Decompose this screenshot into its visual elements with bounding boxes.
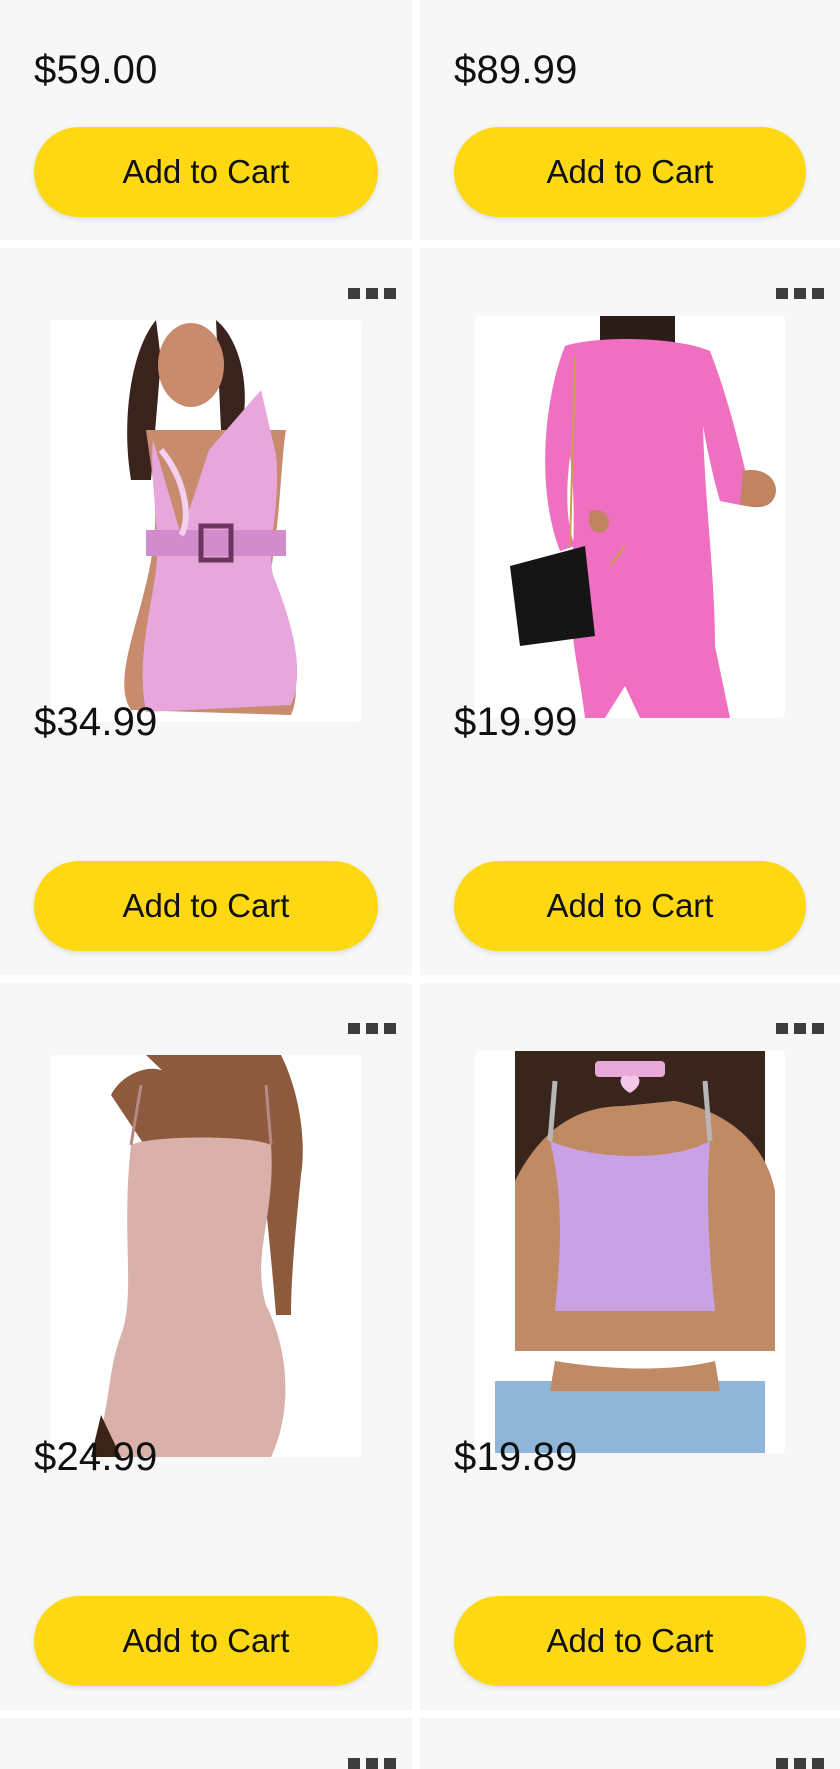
more-options-icon[interactable]: [776, 1756, 826, 1769]
hot-pink-fuzzy-long-sleeve-dress-image: [475, 316, 785, 718]
product-image[interactable]: [51, 1055, 361, 1457]
more-options-icon[interactable]: [776, 1021, 826, 1035]
more-options-icon[interactable]: [348, 286, 398, 300]
product-card[interactable]: $34.99 Add to Cart: [0, 248, 412, 975]
product-image[interactable]: [475, 316, 785, 718]
add-to-cart-button[interactable]: Add to Cart: [34, 127, 378, 217]
product-card[interactable]: $19.89 Add to Cart: [420, 983, 840, 1710]
product-price: $19.89: [454, 1435, 578, 1479]
product-price: $89.99: [454, 48, 578, 92]
add-to-cart-button[interactable]: Add to Cart: [454, 127, 806, 217]
product-card[interactable]: $19.99 Add to Cart: [420, 248, 840, 975]
product-grid: $59.00 Add to Cart $89.99 Add to Cart $3…: [0, 0, 840, 1769]
pink-vinyl-belted-mini-dress-image: [51, 320, 361, 722]
product-card[interactable]: $24.99 Add to Cart: [0, 983, 412, 1710]
add-to-cart-button[interactable]: Add to Cart: [34, 1596, 378, 1686]
product-card[interactable]: [420, 1718, 840, 1769]
more-options-icon[interactable]: [348, 1756, 398, 1769]
lavender-fuzzy-chain-crop-top-image: [475, 1051, 785, 1453]
product-price: $19.99: [454, 700, 578, 744]
more-options-icon[interactable]: [348, 1021, 398, 1035]
add-to-cart-button[interactable]: Add to Cart: [454, 861, 806, 951]
product-price: $59.00: [34, 48, 158, 92]
add-to-cart-button[interactable]: Add to Cart: [34, 861, 378, 951]
product-price: $24.99: [34, 1435, 158, 1479]
product-card[interactable]: $89.99 Add to Cart: [420, 0, 840, 240]
more-options-icon[interactable]: [776, 286, 826, 300]
product-image[interactable]: [51, 320, 361, 722]
product-image[interactable]: [475, 1051, 785, 1453]
add-to-cart-button[interactable]: Add to Cart: [454, 1596, 806, 1686]
rose-glitter-cami-bodycon-dress-image: [51, 1055, 361, 1457]
product-card[interactable]: [0, 1718, 412, 1769]
product-price: $34.99: [34, 700, 158, 744]
product-card[interactable]: $59.00 Add to Cart: [0, 0, 412, 240]
